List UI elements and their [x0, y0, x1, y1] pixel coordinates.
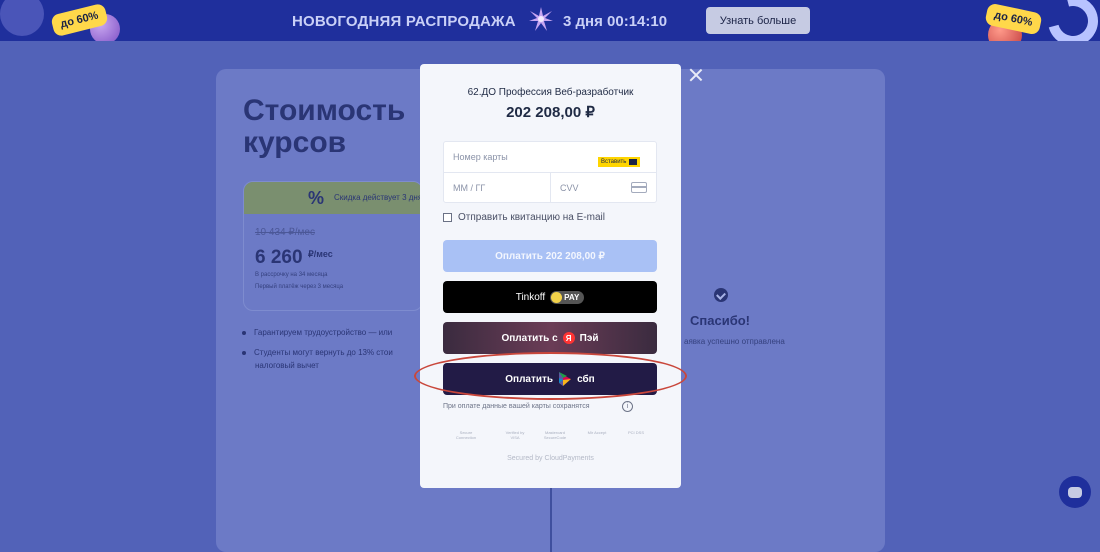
star-icon: [529, 7, 553, 31]
tinkoff-pay-button[interactable]: Tinkoff PAY: [443, 281, 657, 313]
pci-dss-logo: PCI DSS: [627, 430, 644, 435]
new-price: 6 260: [255, 247, 303, 268]
moon-decoration: [0, 0, 44, 36]
secured-by-cloudpayments: Secured by CloudPayments: [507, 455, 594, 462]
close-icon[interactable]: [689, 68, 703, 82]
payment-modal: [420, 64, 681, 488]
pay-button[interactable]: Оплатить 202 208,00 ₽: [443, 240, 657, 272]
cvv-input[interactable]: CVV: [560, 183, 579, 193]
installment-text: В рассрочку на 34 месяца: [255, 272, 328, 278]
sbp-logo-icon: [559, 372, 572, 386]
tinkoff-pay-text: PAY: [564, 292, 580, 302]
secure-connection-logo: Secure Connection: [455, 430, 477, 440]
security-logos: Secure Connection Verified by VISA Maste…: [443, 430, 657, 444]
percent-icon: %: [308, 188, 325, 208]
banner-title: НОВОГОДНЯЯ РАСПРОДАЖА: [292, 13, 516, 30]
payment-amount: 202 208,00 ₽: [506, 104, 595, 121]
chat-bubble-icon: [1068, 486, 1082, 498]
benefit-item: Гарантируем трудоустройство — или: [242, 328, 392, 337]
chat-button[interactable]: [1059, 476, 1091, 508]
benefit-text: Студенты могут вернуть до 13% стои: [254, 348, 393, 357]
mastercard-logo: Mastercard SecureCode: [543, 430, 567, 440]
bullet-icon: [242, 350, 246, 355]
promo-banner: до 60% до 60% НОВОГОДНЯЯ РАСПРОДАЖА 3 дн…: [0, 0, 1100, 41]
thanks-title: Спасибо!: [690, 313, 750, 328]
bullet-icon: [242, 330, 246, 335]
benefit-text-continued: налоговый вычет: [255, 361, 319, 370]
check-icon: [714, 288, 728, 302]
visa-logo: Verified by VISA: [505, 430, 525, 440]
sbp-pay-button[interactable]: Оплатить сбп: [443, 363, 657, 395]
expiry-input[interactable]: ММ / ГГ: [453, 183, 485, 193]
mir-logo: Mir Accept: [587, 430, 607, 435]
info-icon[interactable]: i: [622, 401, 633, 412]
s-decoration: [1038, 0, 1100, 41]
paste-button[interactable]: Вставить: [598, 157, 641, 167]
thanks-subtitle: аявка успешно отправлена: [684, 337, 785, 346]
first-payment-text: Первый платёж через 3 месяца: [255, 284, 344, 290]
card-save-notice: При оплате данные вашей карты сохранятся: [443, 403, 590, 410]
card-number-input[interactable]: Номер карты: [453, 152, 508, 162]
yandex-logo-icon: Я: [562, 332, 575, 344]
sbp-brand: сбп: [577, 373, 595, 385]
email-receipt-checkbox[interactable]: Отправить квитанцию на E-mail: [443, 212, 605, 223]
tinkoff-label: Tinkoff: [515, 291, 546, 303]
email-receipt-label: Отправить квитанцию на E-mail: [458, 212, 605, 223]
product-title: 62.ДО Профессия Веб-разработчик: [467, 87, 634, 98]
new-price-suffix: ₽/мес: [308, 249, 333, 259]
cvv-card-icon: [631, 182, 647, 193]
learn-more-button[interactable]: Узнать больше: [706, 7, 810, 34]
form-divider: [550, 172, 551, 203]
discount-strip-text: Скидка действует 3 дня: [334, 193, 423, 202]
page-title: Стоимость курсов: [243, 94, 406, 159]
old-price: 10 434 ₽/мес: [255, 227, 315, 238]
benefit-item: Студенты могут вернуть до 13% стои: [242, 348, 393, 357]
card-icon: [629, 159, 638, 165]
benefit-text: Гарантируем трудоустройство — или: [254, 328, 393, 337]
tinkoff-shield-icon: [551, 291, 563, 303]
paste-label: Вставить: [601, 159, 627, 165]
yandex-pay-button[interactable]: Оплатить с Я Пэй: [443, 322, 657, 354]
checkbox-icon[interactable]: [443, 213, 452, 222]
sale-countdown: 3 дня 00:14:10: [563, 13, 668, 30]
sbp-label: Оплатить: [505, 373, 554, 385]
price-box: % Скидка действует 3 дня: [243, 181, 423, 311]
card-form: Номер карты Вставить ММ / ГГ CVV: [443, 141, 657, 203]
yandex-brand: Пэй: [579, 332, 599, 344]
tinkoff-pay-badge: PAY: [550, 290, 585, 304]
yandex-label: Оплатить с: [501, 332, 558, 344]
